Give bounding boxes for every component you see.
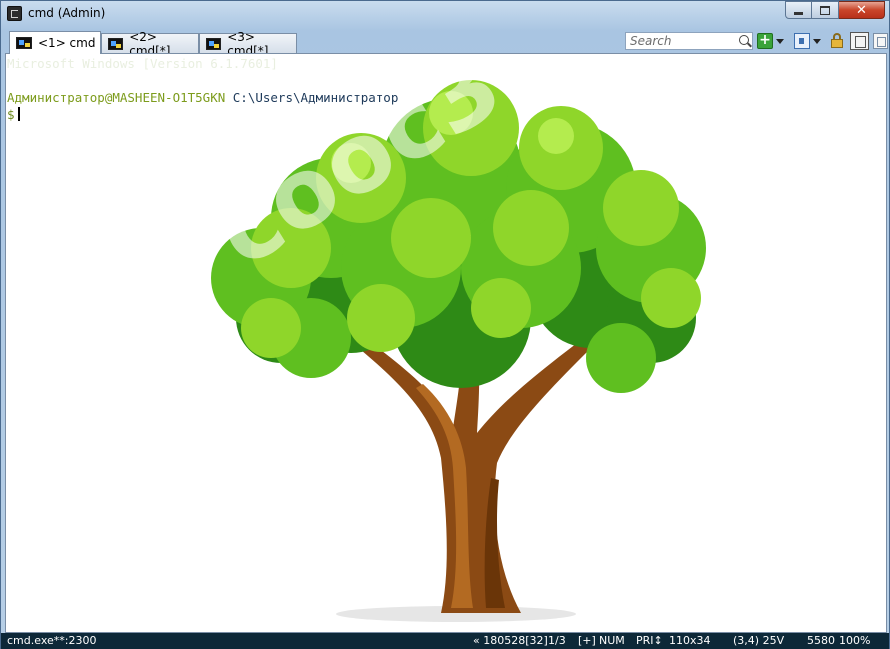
tab-2[interactable]: <2> cmd[*] <box>101 30 199 58</box>
close-button[interactable]: ✕ <box>839 1 885 19</box>
close-icon: ✕ <box>856 2 867 18</box>
panel-toggle-button[interactable] <box>850 32 869 50</box>
window-title: cmd (Admin) <box>28 6 106 20</box>
tab-bar: <1> cmd <2> cmd[*] <3> cmd[*] Search + <box>5 30 888 58</box>
maximize-button[interactable] <box>812 1 839 19</box>
console-app-icon[interactable] <box>7 6 22 21</box>
text-cursor <box>17 107 20 121</box>
status-cursor[interactable]: (3,4) 25V <box>733 634 784 647</box>
minimize-button[interactable] <box>785 1 812 19</box>
search-placeholder: Search <box>630 34 672 48</box>
status-insert[interactable]: [+] <box>578 634 596 647</box>
minimize-icon <box>794 11 803 15</box>
search-input[interactable]: Search <box>625 32 753 50</box>
console-tab-icon <box>206 37 222 50</box>
prompt-symbol: $ <box>7 107 15 122</box>
status-buffer[interactable]: « 180528[32] <box>473 634 548 647</box>
search-icon[interactable] <box>739 35 749 45</box>
status-priority[interactable]: PRI↕ <box>636 634 663 647</box>
window-controls: ✕ <box>785 1 885 20</box>
input-line[interactable]: $ <box>7 107 20 122</box>
status-process[interactable]: cmd.exe**:2300 <box>7 634 96 647</box>
new-console-button[interactable]: + <box>757 33 773 49</box>
status-pages[interactable]: 1/3 <box>548 634 566 647</box>
title-bar[interactable]: cmd (Admin) ✕ <box>1 1 889 27</box>
status-numlock[interactable]: NUM <box>599 634 625 647</box>
status-pid[interactable]: 5580 <box>807 634 835 647</box>
tab-1[interactable]: <1> cmd <box>9 31 101 54</box>
console-area[interactable]: Microsoft Windows [Version 6.1.7601] Адм… <box>5 53 887 633</box>
console-tab-icon <box>108 37 124 50</box>
status-size[interactable]: 110x34 <box>669 634 711 647</box>
new-console-dropdown-icon[interactable] <box>776 39 784 44</box>
status-zoom[interactable]: 100% <box>839 634 870 647</box>
tab-3[interactable]: <3> cmd[*] <box>199 30 297 58</box>
prompt-user: Администратор@MASHEEN-O1T5GKN <box>7 90 226 105</box>
view-button[interactable] <box>794 33 810 49</box>
tab-label: <1> cmd <box>38 36 96 50</box>
console-tab-icon <box>16 37 32 49</box>
version-line: Microsoft Windows [Version 6.1.7601] <box>7 56 278 71</box>
maximize-icon <box>820 5 830 15</box>
layout-button[interactable] <box>873 33 888 49</box>
view-dropdown-icon[interactable] <box>813 39 821 44</box>
lock-icon[interactable] <box>830 33 846 49</box>
console-window: cmd (Admin) ✕ <1> cmd <2> cmd[*] <3> cmd… <box>0 0 890 649</box>
status-bar: cmd.exe**:2300 « 180528[32] 1/3 [+] NUM … <box>1 633 889 649</box>
